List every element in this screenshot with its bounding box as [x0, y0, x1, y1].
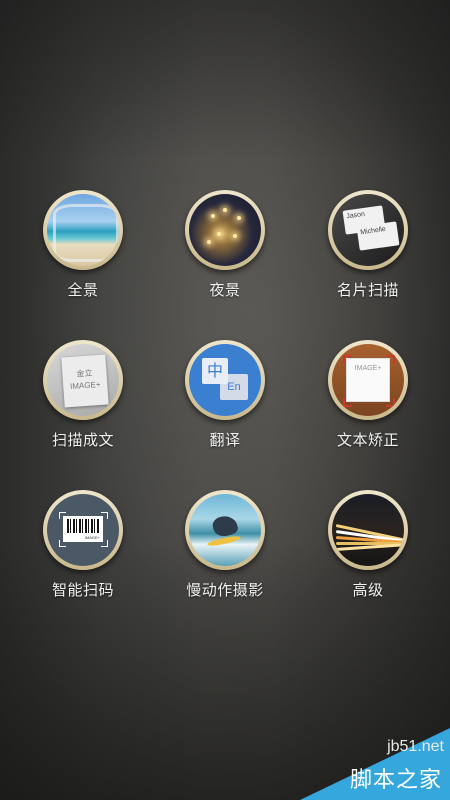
mode-label: 名片扫描	[336, 281, 399, 299]
mode-row: IMAGE+ 智能扫码 慢动作摄影 高级	[0, 490, 450, 620]
mode-advanced-button[interactable]: 高级	[298, 490, 438, 620]
mode-label: 全景	[67, 281, 99, 299]
card-text: Michelle	[359, 225, 387, 237]
mode-business-card-button[interactable]: Jason Michelle 名片扫描	[298, 190, 438, 320]
mode-slow-motion-button[interactable]: 慢动作摄影	[155, 490, 295, 620]
mode-text-correction-button[interactable]: IMAGE+ 文本矫正	[298, 340, 438, 470]
mode-icon-ring: IMAGE+	[328, 340, 408, 420]
mode-barcode-scan-button[interactable]: IMAGE+ 智能扫码	[13, 490, 153, 620]
mode-label: 智能扫码	[51, 581, 114, 599]
mode-label: 文本矫正	[336, 431, 399, 449]
mode-icon-ring: Jason Michelle	[328, 190, 408, 270]
mode-label: 慢动作摄影	[186, 581, 264, 599]
mode-translate-button[interactable]: En 中 翻译	[155, 340, 295, 470]
mode-panorama-button[interactable]: 全景	[13, 190, 153, 320]
watermark-site: jb51.net	[387, 738, 444, 755]
mode-label: 高级	[352, 581, 384, 599]
barcode-scan-icon: IMAGE+	[47, 494, 119, 566]
mode-icon-ring	[185, 190, 265, 270]
chinese-tile: 中	[202, 358, 228, 384]
mode-row: 全景 夜景 Jason Michelle 名片扫描	[0, 190, 450, 320]
tag-text: IMAGE+	[84, 535, 100, 540]
watermark-name: 脚本之家	[349, 768, 442, 793]
mode-icon-ring	[43, 190, 123, 270]
document-scan-icon: 金立 IMAGE+	[47, 344, 119, 416]
mode-icon-ring: 金立 IMAGE+	[43, 340, 123, 420]
business-card-scan-icon: Jason Michelle	[332, 194, 404, 266]
mode-label: 扫描成文	[51, 431, 114, 449]
doc-text: IMAGE+	[346, 358, 390, 402]
mode-night-button[interactable]: 夜景	[155, 190, 295, 320]
text-correction-icon: IMAGE+	[332, 344, 404, 416]
night-scene-icon	[189, 194, 261, 266]
mode-icon-ring: IMAGE+	[43, 490, 123, 570]
translate-icon: En 中	[189, 344, 261, 416]
advanced-icon	[332, 494, 404, 566]
background-shade-top	[0, 0, 450, 160]
mode-label: 夜景	[209, 281, 241, 299]
mode-row: 金立 IMAGE+ 扫描成文 En 中 翻译 IMAGE+ 文本矫正	[0, 340, 450, 470]
mode-label: 翻译	[209, 431, 241, 449]
page-text: IMAGE+	[69, 379, 101, 392]
slow-motion-icon	[189, 494, 261, 566]
mode-icon-ring	[328, 490, 408, 570]
mode-icon-ring	[185, 490, 265, 570]
mode-icon-ring: En 中	[185, 340, 265, 420]
mode-document-scan-button[interactable]: 金立 IMAGE+ 扫描成文	[13, 340, 153, 470]
panorama-icon	[47, 194, 119, 266]
card-text: Jason	[345, 210, 366, 221]
